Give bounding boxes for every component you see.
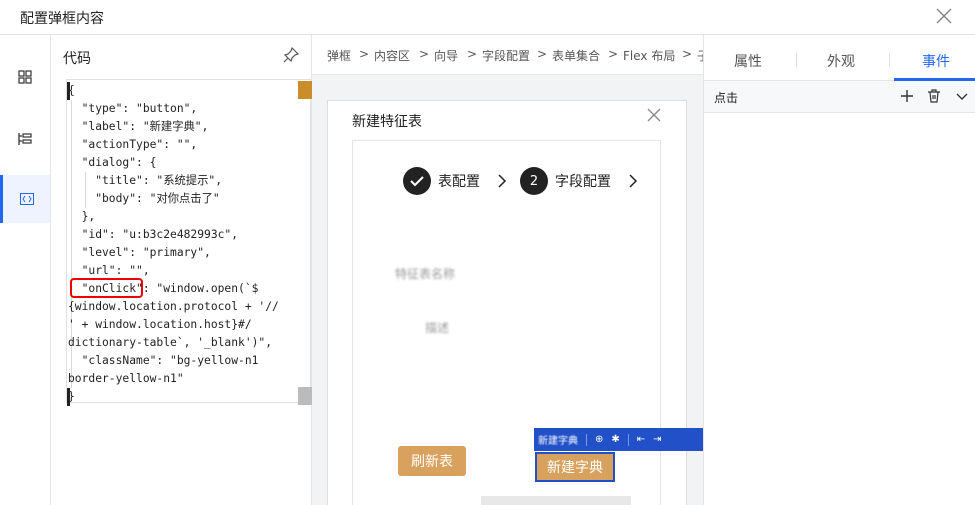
code-panel: 代码 { "type": "button", "label": "新建字典", … xyxy=(51,35,312,505)
breadcrumb-item[interactable]: 表单集合 xyxy=(552,47,600,64)
preview-dialog-title: 新建特征表 xyxy=(352,114,422,130)
code-text: { "type": "button", "label": "新建字典", "ac… xyxy=(68,82,279,406)
breadcrumb-item[interactable]: 字段配置 xyxy=(482,47,530,64)
blurred-field-label-1: 特征表名称 xyxy=(395,267,456,281)
onclick-highlight xyxy=(70,278,143,298)
breadcrumb-separator: > xyxy=(537,47,548,61)
code-line: "type": "button", xyxy=(68,102,198,115)
pin-icon[interactable] xyxy=(283,47,299,63)
drag-move-icon[interactable]: ⊕ xyxy=(591,434,607,445)
chevron-right-icon xyxy=(498,174,507,188)
breadcrumb-separator: > xyxy=(608,47,619,61)
chevron-right-icon xyxy=(629,174,638,188)
grid-icon xyxy=(18,70,32,84)
selection-toolbar: 新建字典 ⊕ ✱ ⇤ ⇥ xyxy=(534,428,703,451)
toolbar-divider xyxy=(627,433,629,446)
code-line: border-yellow-n1" xyxy=(68,372,184,385)
tab-divider xyxy=(796,53,797,67)
components-tab[interactable] xyxy=(0,53,50,101)
dialog-title: 配置弹框内容 xyxy=(20,11,104,27)
breadcrumb: 弹框>内容区>向导>字段配置>表单集合>Flex 布局>子 xyxy=(312,35,703,75)
breadcrumb-item[interactable]: Flex 布局 xyxy=(623,47,675,64)
code-line: "className": "bg-yellow-n1 xyxy=(68,354,259,367)
properties-tabs: 属性 外观 事件 xyxy=(704,35,975,81)
code-line: { xyxy=(68,84,75,97)
code-line: "id": "u:b3c2e482993c", xyxy=(68,228,239,241)
breadcrumb-separator: > xyxy=(682,47,693,61)
tree-list-icon xyxy=(18,133,32,145)
tab-divider xyxy=(889,53,890,67)
breadcrumb-separator: > xyxy=(359,47,370,61)
close-icon[interactable] xyxy=(935,7,953,25)
step-2[interactable]: 2 字段配置 xyxy=(520,167,639,195)
footer-strip xyxy=(481,496,631,505)
code-line: "title": "系统提示", xyxy=(68,174,223,187)
add-icon[interactable] xyxy=(899,88,915,104)
toolbar-component-label: 新建字典 xyxy=(538,436,578,447)
code-line: "actionType": "", xyxy=(68,138,198,151)
dialog-titlebar: 配置弹框内容 xyxy=(0,0,975,35)
outline-tab[interactable] xyxy=(0,115,50,163)
new-dictionary-button[interactable]: 新建字典 xyxy=(535,452,615,482)
event-row-click[interactable]: 点击 xyxy=(704,81,975,113)
delete-icon[interactable] xyxy=(926,88,942,104)
code-icon xyxy=(19,193,34,205)
tab-events[interactable]: 事件 xyxy=(922,51,950,71)
breadcrumb-item[interactable]: 内容区 xyxy=(374,47,410,64)
scroll-marker-top xyxy=(298,81,312,99)
refresh-table-button[interactable]: 刷新表 xyxy=(398,446,466,476)
debug-bug-icon[interactable]: ✱ xyxy=(607,434,623,445)
check-icon xyxy=(403,167,431,195)
move-right-icon[interactable]: ⇥ xyxy=(649,434,665,445)
move-left-icon[interactable]: ⇤ xyxy=(633,434,649,445)
step-1-label: 表配置 xyxy=(438,174,480,190)
code-line: "body": "对你点击了" xyxy=(68,192,220,205)
step-1[interactable]: 表配置 xyxy=(403,167,508,195)
code-tab[interactable] xyxy=(0,175,50,223)
code-line: "dialog": { xyxy=(68,156,157,169)
tab-appearance[interactable]: 外观 xyxy=(827,51,855,71)
breadcrumb-separator: > xyxy=(419,47,430,61)
toolbar-divider xyxy=(586,433,587,446)
left-rail xyxy=(0,35,51,505)
code-line: "level": "primary", xyxy=(68,246,211,259)
step-2-number: 2 xyxy=(520,167,548,195)
preview-area: 弹框>内容区>向导>字段配置>表单集合>Flex 布局>子 新建特征表 表配置 … xyxy=(312,35,703,505)
code-line: dictionary-table`, '_blank')", xyxy=(68,336,273,349)
code-editor[interactable]: { "type": "button", "label": "新建字典", "ac… xyxy=(66,79,311,406)
code-line: ' + window.location.host}#/ xyxy=(68,318,252,331)
code-line: }, xyxy=(68,210,96,223)
scroll-marker-bottom xyxy=(298,387,312,405)
step-2-label: 字段配置 xyxy=(555,174,611,190)
breadcrumb-item[interactable]: 向导 xyxy=(434,47,458,64)
tab-properties[interactable]: 属性 xyxy=(734,51,762,71)
chevron-down-icon[interactable] xyxy=(954,88,970,104)
code-line: "label": "新建字典", xyxy=(68,120,209,133)
preview-close-icon[interactable] xyxy=(646,107,662,123)
code-panel-title: 代码 xyxy=(63,51,91,67)
breadcrumb-item[interactable]: 弹框 xyxy=(327,47,351,64)
properties-panel: 属性 外观 事件 点击 xyxy=(703,35,975,505)
code-line: } xyxy=(68,390,75,403)
breadcrumb-separator: > xyxy=(467,47,478,61)
blurred-field-label-2: 描述 xyxy=(425,321,450,335)
code-line: {window.location.protocol + '// xyxy=(68,300,279,313)
event-label: 点击 xyxy=(714,91,739,105)
